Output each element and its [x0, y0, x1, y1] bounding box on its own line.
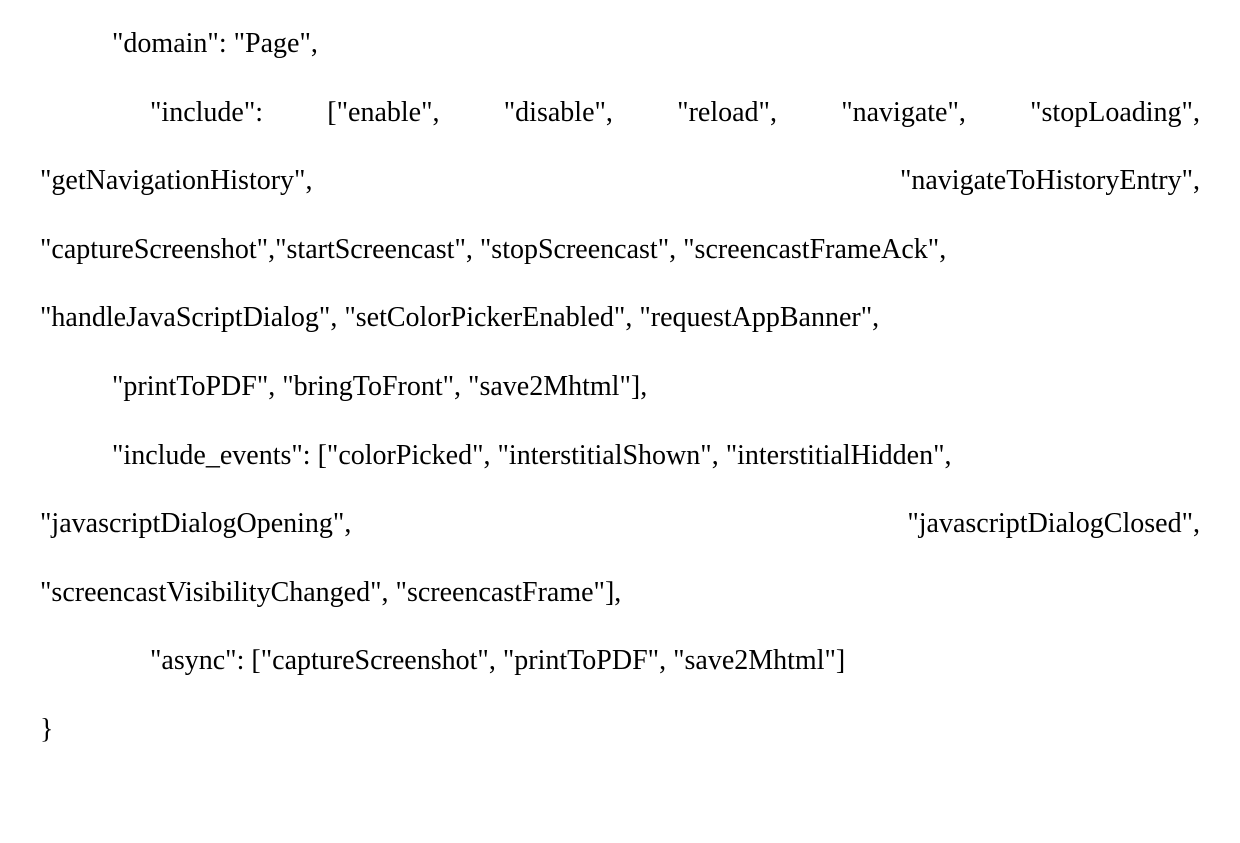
- code-line-closing-brace: }: [40, 696, 1200, 765]
- code-text: "stopLoading",: [1030, 79, 1200, 148]
- code-line-include-start: "include": ["enable", "disable", "reload…: [40, 79, 1200, 148]
- code-text: "async": ["captureScreenshot", "printToP…: [150, 645, 845, 676]
- code-block: "domain": "Page", "include": ["enable", …: [40, 10, 1200, 765]
- code-text: "include":: [150, 79, 263, 148]
- code-text: }: [40, 714, 53, 745]
- code-line-include-nav: "getNavigationHistory", "navigateToHisto…: [40, 147, 1200, 216]
- code-text: "printToPDF", "bringToFront", "save2Mhtm…: [112, 371, 647, 402]
- code-text: "include_events": ["colorPicked", "inter…: [112, 440, 952, 471]
- code-line-include-dialog: "handleJavaScriptDialog", "setColorPicke…: [40, 284, 1200, 353]
- code-line-include-events-start: "include_events": ["colorPicked", "inter…: [40, 422, 1200, 491]
- code-line-domain: "domain": "Page",: [40, 10, 1200, 79]
- code-line-include-screencast: "captureScreenshot","startScreencast", "…: [40, 216, 1200, 285]
- code-text: "navigate",: [841, 79, 966, 148]
- code-text: "captureScreenshot","startScreencast", "…: [40, 234, 946, 265]
- code-text: "javascriptDialogOpening",: [40, 490, 351, 559]
- code-line-async: "async": ["captureScreenshot", "printToP…: [40, 627, 1200, 696]
- code-text: "handleJavaScriptDialog", "setColorPicke…: [40, 302, 879, 333]
- code-text: "domain": "Page",: [112, 28, 318, 59]
- code-text: ["enable",: [327, 79, 439, 148]
- code-line-js-dialog: "javascriptDialogOpening", "javascriptDi…: [40, 490, 1200, 559]
- code-text: "screencastVisibilityChanged", "screenca…: [40, 577, 621, 608]
- code-text: "disable",: [504, 79, 613, 148]
- code-line-screencast-events: "screencastVisibilityChanged", "screenca…: [40, 559, 1200, 628]
- code-text: "getNavigationHistory",: [40, 147, 312, 216]
- code-text: "reload",: [677, 79, 777, 148]
- code-line-include-end: "printToPDF", "bringToFront", "save2Mhtm…: [40, 353, 1200, 422]
- code-text: "navigateToHistoryEntry",: [900, 147, 1200, 216]
- code-text: "javascriptDialogClosed",: [907, 490, 1200, 559]
